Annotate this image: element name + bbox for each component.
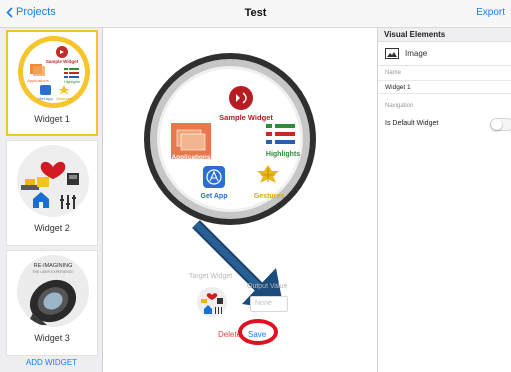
svg-text:Sample Widget: Sample Widget bbox=[46, 59, 79, 64]
get-app-text: Get App bbox=[201, 193, 228, 200]
target-widget-label: Target Widget bbox=[189, 273, 233, 280]
default-widget-toggle[interactable] bbox=[490, 118, 511, 131]
widget-3-label: Widget 3 bbox=[34, 333, 70, 343]
panel-header: Visual Elements bbox=[378, 28, 511, 42]
output-value-field[interactable]: None bbox=[250, 296, 288, 312]
svg-text:Applications: Applications bbox=[27, 78, 49, 83]
widget-1-label: Widget 1 bbox=[34, 114, 70, 124]
widget-2-label: Widget 2 bbox=[34, 223, 70, 233]
page-title: Test bbox=[244, 7, 267, 19]
widget-list-sidebar: Sample Widget Applications Highlights Ge… bbox=[0, 28, 103, 372]
widget-card-1[interactable]: Sample Widget Applications Highlights Ge… bbox=[6, 30, 98, 136]
heart-icon bbox=[40, 161, 66, 179]
add-widget-button[interactable]: ADD WIDGET bbox=[0, 358, 102, 367]
widget-2-thumbnail bbox=[17, 145, 89, 217]
gestures-text: Gestures bbox=[254, 193, 284, 200]
default-widget-row: Is Default Widget bbox=[378, 117, 511, 133]
svg-text:THE USER EXPERIENCE: THE USER EXPERIENCE bbox=[32, 270, 74, 274]
svg-text:Highlights: Highlights bbox=[64, 80, 80, 84]
svg-text:RE-IMAGINING: RE-IMAGINING bbox=[34, 263, 73, 269]
widget-3-thumbnail: RE-IMAGINING THE USER EXPERIENCE bbox=[17, 255, 89, 327]
widget-preview-watch[interactable]: Sample Widget Applications Highlights Ge… bbox=[143, 52, 317, 226]
target-widget-thumbnail[interactable] bbox=[196, 286, 228, 318]
widget-1-thumbnail: Sample Widget Applications Highlights Ge… bbox=[18, 36, 90, 108]
default-widget-label: Is Default Widget bbox=[385, 120, 439, 127]
svg-text:Gestures: Gestures bbox=[56, 96, 72, 101]
save-button[interactable]: Save bbox=[248, 330, 266, 339]
navigation-bar: Projects Test Export bbox=[0, 0, 511, 28]
highlights-text: Highlights bbox=[266, 151, 300, 158]
name-section-label: Name bbox=[385, 70, 402, 76]
toggle-knob bbox=[491, 119, 502, 130]
image-icon bbox=[385, 48, 399, 59]
image-element-row[interactable]: Image bbox=[378, 42, 511, 66]
svg-text:Get App: Get App bbox=[38, 96, 53, 101]
sample-widget-text: Sample Widget bbox=[219, 113, 273, 122]
widget-card-2[interactable]: Widget 2 bbox=[6, 140, 98, 246]
widget-editor-canvas: Sample Widget Applications Highlights Ge… bbox=[104, 28, 376, 372]
visual-elements-panel: Visual Elements Image Name Widget 1 Navi… bbox=[377, 28, 511, 372]
applications-text: Applications bbox=[171, 154, 210, 161]
widget-name-field[interactable]: Widget 1 bbox=[378, 80, 511, 94]
image-element-label: Image bbox=[405, 49, 428, 58]
navigation-section-label: Navigation bbox=[385, 103, 414, 109]
export-button[interactable]: Export bbox=[476, 7, 505, 18]
widget-card-3[interactable]: RE-IMAGINING THE USER EXPERIENCE Widget … bbox=[6, 250, 98, 356]
output-value-label: Output Value bbox=[247, 283, 288, 290]
